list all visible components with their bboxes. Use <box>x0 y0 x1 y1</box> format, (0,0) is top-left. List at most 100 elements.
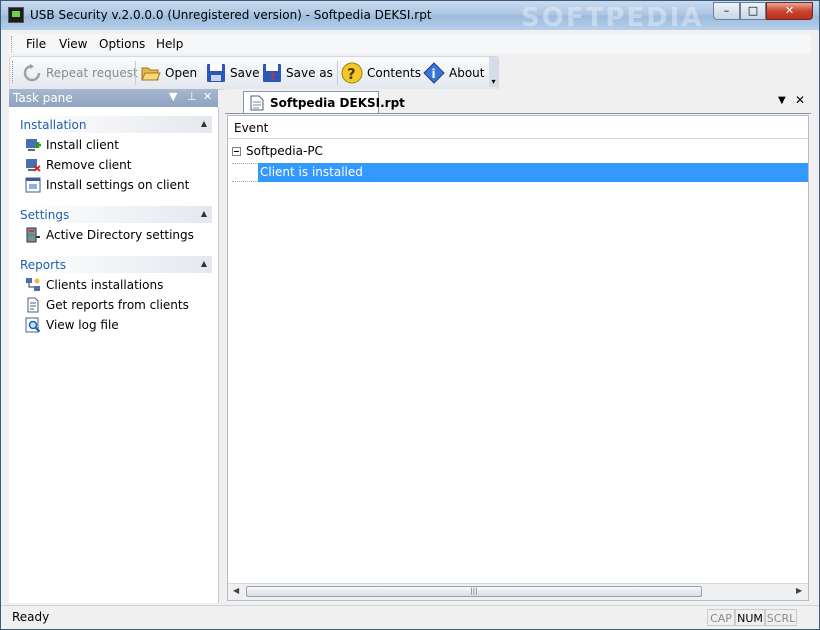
network-clients-icon <box>25 277 41 293</box>
horizontal-scrollbar[interactable]: ◀ ||| ▶ <box>228 583 808 600</box>
group-reports-header[interactable]: Reports ▲ <box>17 256 212 273</box>
svg-text:?: ? <box>270 72 276 83</box>
toolbar-grip[interactable] <box>12 61 16 83</box>
document-area: Softpedia DEKSI.rpt ▼ ✕ Event Softpedia-… <box>225 89 811 603</box>
task-pane: Task pane ▼ ⊥ ✕ Installation ▲ Install c… <box>9 89 219 603</box>
task-pane-body: Installation ▲ Install client Remove cli… <box>9 107 219 603</box>
group-reports-title: Reports <box>20 258 67 272</box>
dropdown-arrow-icon[interactable]: ▼ <box>169 90 177 103</box>
task-label: Install settings on client <box>46 178 190 192</box>
window-title: USB Security v.2.0.0.0 (Unregistered ver… <box>30 8 432 22</box>
group-settings-header[interactable]: Settings ▲ <box>17 206 212 223</box>
task-pane-header: Task pane ▼ ⊥ ✕ <box>9 89 218 107</box>
toolbar-separator <box>337 61 338 85</box>
save-label: Save <box>230 66 260 80</box>
task-get-reports[interactable]: Get reports from clients <box>25 296 189 314</box>
document-icon <box>250 95 264 111</box>
tree-node-softpedia-pc[interactable]: Softpedia-PC <box>232 144 323 158</box>
task-remove-client[interactable]: Remove client <box>25 156 131 174</box>
task-pane-title: Task pane <box>13 91 73 105</box>
help-contents-icon: ? <box>341 62 363 84</box>
task-install-client[interactable]: Install client <box>25 136 119 154</box>
scroll-lock-indicator: SCRL <box>765 609 797 626</box>
num-lock-indicator: NUM <box>735 609 765 626</box>
task-install-settings[interactable]: Install settings on client <box>25 176 189 194</box>
event-grid[interactable]: Event Softpedia-PC Client is installed ◀… <box>227 115 809 601</box>
status-text: Ready <box>12 610 50 624</box>
about-button[interactable]: i About <box>423 61 484 85</box>
collapse-node-icon[interactable] <box>232 146 241 156</box>
task-label: Active Directory settings <box>46 228 194 242</box>
refresh-icon <box>22 63 42 83</box>
task-label: Install client <box>46 138 119 152</box>
menu-help[interactable]: Help <box>156 37 183 51</box>
repeat-request-button[interactable]: Repeat request <box>22 61 138 85</box>
remove-client-icon <box>25 157 41 173</box>
menu-options[interactable]: Options <box>99 37 145 51</box>
save-as-icon: ? <box>262 63 282 83</box>
title-bar[interactable]: USB Security v.2.0.0.0 (Unregistered ver… <box>1 1 819 33</box>
collapse-icon[interactable]: ▲ <box>201 259 207 268</box>
app-icon[interactable] <box>8 7 24 23</box>
report-document-icon <box>25 297 41 313</box>
column-header-event[interactable]: Event <box>228 116 808 139</box>
toolbar-overflow-chevron[interactable]: ▾ <box>489 57 498 87</box>
scroll-left-arrow-icon[interactable]: ◀ <box>233 586 239 595</box>
scrollbar-thumb[interactable]: ||| <box>246 586 702 597</box>
group-installation-title: Installation <box>20 118 87 132</box>
contents-label: Contents <box>367 66 421 80</box>
save-button[interactable]: Save <box>206 61 259 85</box>
toolbar: Repeat request Open Save ? Save as ? Con… <box>9 56 499 90</box>
collapse-icon[interactable]: ▲ <box>201 209 207 218</box>
contents-button[interactable]: ? Contents <box>341 61 421 85</box>
collapse-icon[interactable]: ▲ <box>201 119 207 128</box>
tab-softpedia-deksi[interactable]: Softpedia DEKSI.rpt <box>243 91 405 113</box>
maximize-button[interactable]: □ <box>740 2 766 20</box>
scroll-right-arrow-icon[interactable]: ▶ <box>796 586 802 595</box>
caps-lock-indicator: CAP <box>707 609 735 626</box>
about-label: About <box>449 66 485 80</box>
save-as-label: Save as <box>286 66 333 80</box>
info-icon: i <box>423 62 445 84</box>
task-label: Clients installations <box>46 278 164 292</box>
event-cell: Client is installed <box>260 165 363 179</box>
svg-text:?: ? <box>347 65 356 83</box>
group-installation-header[interactable]: Installation ▲ <box>17 116 212 133</box>
softpedia-watermark: SOFTPEDIA <box>521 3 704 33</box>
pin-icon[interactable]: ⊥ <box>187 90 197 103</box>
menu-file[interactable]: File <box>26 37 46 51</box>
task-active-directory[interactable]: Active Directory settings <box>25 226 194 244</box>
active-directory-icon <box>25 227 41 243</box>
menu-bar: File View Options Help <box>9 34 811 54</box>
status-bar: Ready CAP NUM SCRL <box>1 605 819 629</box>
floppy-disk-icon <box>206 63 226 83</box>
svg-text:i: i <box>432 67 436 81</box>
close-document-icon[interactable]: ✕ <box>795 93 805 107</box>
group-settings-body: Active Directory settings <box>17 223 212 246</box>
group-reports-body: Clients installations Get reports from c… <box>17 273 212 336</box>
tab-title: Softpedia DEKSI.rpt <box>270 95 405 110</box>
table-row-selected[interactable]: Client is installed <box>258 163 808 182</box>
settings-window-icon <box>25 177 41 193</box>
open-button[interactable]: Open <box>141 61 197 85</box>
folder-open-icon <box>141 63 161 83</box>
save-as-button[interactable]: ? Save as <box>262 61 333 85</box>
install-client-icon <box>25 137 41 153</box>
group-installation-body: Install client Remove client Install set… <box>17 133 212 196</box>
menu-view[interactable]: View <box>59 37 87 51</box>
app-window: USB Security v.2.0.0.0 (Unregistered ver… <box>0 0 820 630</box>
task-label: Get reports from clients <box>46 298 189 312</box>
menubar-grip[interactable] <box>11 36 15 52</box>
task-clients-installations[interactable]: Clients installations <box>25 276 163 294</box>
minimize-button[interactable]: – <box>713 2 740 20</box>
toolbar-separator <box>135 61 136 85</box>
close-pane-icon[interactable]: ✕ <box>203 90 212 103</box>
row-indent <box>232 163 258 182</box>
task-label: View log file <box>46 318 119 332</box>
magnifier-log-icon <box>25 317 41 333</box>
tab-list-dropdown-icon[interactable]: ▼ <box>778 95 786 106</box>
task-label: Remove client <box>46 158 132 172</box>
close-button[interactable]: ✕ <box>766 2 813 20</box>
task-view-log[interactable]: View log file <box>25 316 119 334</box>
repeat-request-label: Repeat request <box>46 66 138 80</box>
